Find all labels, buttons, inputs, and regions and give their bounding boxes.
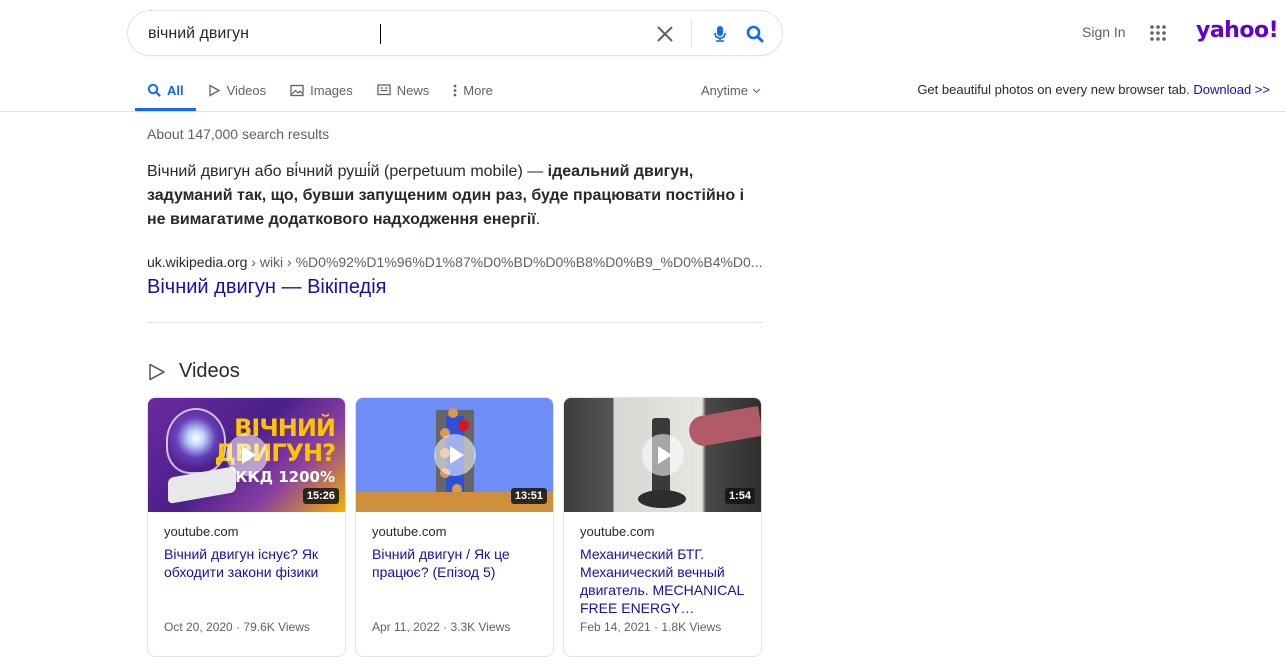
video-duration: 13:51 <box>511 488 547 504</box>
time-filter-dropdown[interactable]: Anytime <box>701 83 761 98</box>
video-carousel: ВІЧНИЙДВИГУН? ККД 1200% 15:26 youtube.co… <box>147 397 762 657</box>
result-domain: uk.wikipedia.org <box>147 254 247 270</box>
ball-image <box>448 408 458 418</box>
play-icon[interactable] <box>434 434 476 476</box>
result-url: uk.wikipedia.org › wiki › %D0%92%D1%96%D… <box>147 254 767 270</box>
tab-news[interactable]: News <box>365 70 442 110</box>
video-thumbnail[interactable]: 1:54 <box>564 398 761 512</box>
search-icon <box>147 83 161 97</box>
video-title-link[interactable]: Вічний двигун існує? Як обходити закони … <box>164 545 329 581</box>
video-meta: Oct 20, 2020 · 79.6K Views <box>164 620 310 634</box>
promo-text: Get beautiful photos on every new browse… <box>917 82 1189 97</box>
video-card[interactable]: 13:51 youtube.com Вічний двигун / Як це … <box>355 397 554 657</box>
promo-banner: Get beautiful photos on every new browse… <box>917 82 1270 97</box>
video-source: youtube.com <box>580 524 745 539</box>
video-card[interactable]: 1:54 youtube.com Механический БТГ. Механ… <box>563 397 762 657</box>
text-caret <box>380 24 381 44</box>
search-box <box>127 10 783 56</box>
videos-section-heading: Videos <box>147 360 240 383</box>
microphone-icon[interactable] <box>710 24 730 44</box>
yahoo-logo[interactable]: yahoo! <box>1196 18 1278 43</box>
tab-images[interactable]: Images <box>278 70 365 110</box>
meta-separator: · <box>440 620 451 634</box>
power-strip-image <box>168 466 236 504</box>
newspaper-icon <box>377 84 391 96</box>
video-views: 1.8K Views <box>661 620 721 634</box>
chevron-down-icon <box>752 88 761 94</box>
video-title-link[interactable]: Вічний двигун / Як це працює? (Епізод 5) <box>372 545 537 581</box>
video-thumbnail[interactable]: 13:51 <box>356 398 553 512</box>
result-path: › wiki › %D0%92%D1%96%D1%87%D0%BD%D0%B8%… <box>247 254 762 270</box>
featured-snippet: Вічний двигун або ві́чний руші́й (perpet… <box>147 160 767 232</box>
grid-icon[interactable] <box>1149 24 1167 42</box>
meta-separator: · <box>651 620 662 634</box>
video-thumbnail[interactable]: ВІЧНИЙДВИГУН? ККД 1200% 15:26 <box>148 398 345 512</box>
search-icon[interactable] <box>745 24 765 44</box>
play-icon <box>147 362 167 382</box>
search-input[interactable] <box>148 23 628 45</box>
tab-label: All <box>167 83 184 98</box>
tab-label: Images <box>310 83 353 98</box>
meta-separator: · <box>233 620 244 634</box>
videos-heading-label: Videos <box>179 360 240 383</box>
snippet-end: . <box>536 211 540 228</box>
tab-more[interactable]: More <box>441 70 505 110</box>
video-duration: 1:54 <box>725 488 755 504</box>
tab-all[interactable]: All <box>135 70 196 110</box>
video-date: Feb 14, 2021 <box>580 620 651 634</box>
thumbnail-caption-line: ВІЧНИЙ <box>214 416 335 441</box>
tab-label: News <box>397 83 430 98</box>
video-meta: Feb 14, 2021 · 1.8K Views <box>580 620 721 634</box>
snippet-text: Вічний двигун або ві́чний руші́й (perpet… <box>147 163 548 180</box>
time-filter-label: Anytime <box>701 83 748 98</box>
red-ball-image <box>458 420 469 431</box>
download-link[interactable]: Download >> <box>1193 82 1270 97</box>
result-count: About 147,000 search results <box>147 126 329 142</box>
video-views: 3.3K Views <box>451 620 511 634</box>
header-divider <box>0 111 1286 112</box>
search-tabs: All Videos Images News More <box>135 70 505 112</box>
video-date: Apr 11, 2022 <box>372 620 440 634</box>
play-icon[interactable] <box>226 434 268 476</box>
arm-image <box>687 406 761 448</box>
device-base-image <box>638 490 686 508</box>
video-title-link[interactable]: Механический БТГ. Механический вечный дв… <box>580 545 745 617</box>
tab-videos[interactable]: Videos <box>196 70 279 110</box>
section-divider <box>146 322 763 323</box>
video-card[interactable]: ВІЧНИЙДВИГУН? ККД 1200% 15:26 youtube.co… <box>147 397 346 657</box>
play-icon <box>208 84 221 97</box>
video-duration: 15:26 <box>303 488 339 504</box>
video-views: 79.6K Views <box>243 620 310 634</box>
more-vertical-icon <box>453 84 457 97</box>
tab-label: Videos <box>227 83 267 98</box>
result-title-link[interactable]: Вічний двигун — Вікіпедія <box>147 276 387 299</box>
video-source: youtube.com <box>164 524 329 539</box>
close-icon[interactable] <box>655 24 675 44</box>
image-icon <box>290 84 304 97</box>
video-source: youtube.com <box>372 524 537 539</box>
video-date: Oct 20, 2020 <box>164 620 233 634</box>
sign-in-link[interactable]: Sign In <box>1082 24 1126 40</box>
tab-label: More <box>463 83 493 98</box>
search-divider <box>691 20 692 48</box>
play-icon[interactable] <box>642 434 684 476</box>
video-meta: Apr 11, 2022 · 3.3K Views <box>372 620 510 634</box>
